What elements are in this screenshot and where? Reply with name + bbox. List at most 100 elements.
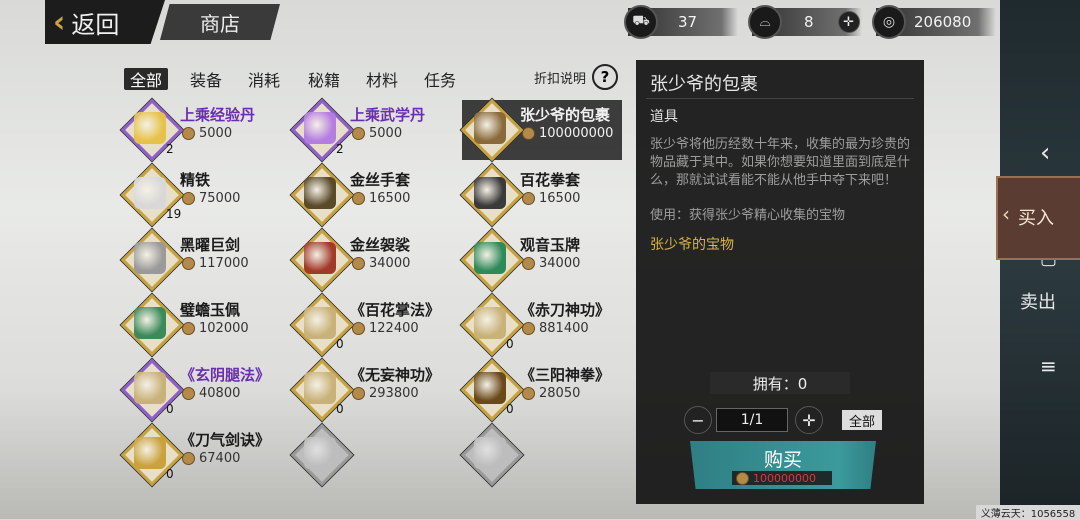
item-name: 观音玉牌 [520,236,581,254]
sell-tab[interactable]: 卖出 [1020,288,1056,314]
discount-info-button[interactable]: 折扣说明 ? [534,64,619,90]
shop-item[interactable]: 精铁 75000 19 [120,163,282,227]
buy-button[interactable]: 购买 100000000 [690,441,876,489]
item-icon [134,177,166,209]
quantity-field[interactable]: 1/1 [716,408,788,432]
back-button[interactable]: ‹ 返回 [45,0,165,44]
coin-icon [352,257,365,270]
shop-item[interactable]: 张少爷的包裹 100000000 [460,98,622,162]
item-price-value: 40800 [199,386,241,401]
item-icon [474,242,506,274]
all-quantity-button[interactable]: 全部 [842,410,882,430]
shop-item[interactable]: 上乘武学丹 5000 2 [290,98,452,162]
item-name: 《玄阴腿法》 [180,366,271,384]
tab-equipment[interactable]: 装备 [184,68,228,90]
silver-ingot-icon: ⌓ [748,5,782,39]
item-icon [304,372,336,404]
chevron-left-icon: ‹ [53,4,66,40]
tab-all[interactable]: 全部 [124,68,168,90]
coin-icon [182,387,195,400]
item-icon [134,437,166,469]
item-price: 28050 [522,386,580,401]
item-count: 2 [336,142,344,156]
chevron-left-icon[interactable]: ‹ [1040,138,1050,168]
item-icon [474,307,506,339]
item-icon [304,177,336,209]
item-name: 《无妄神功》 [350,366,441,384]
detail-description: 张少爷将他历经数十年来，收集的最为珍贵的物品藏于其中。如果你想要知道里面到底是什… [650,137,911,188]
item-count: 0 [166,402,174,416]
item-price-value: 293800 [369,386,419,401]
item-price-value: 16500 [369,191,411,206]
item-icon [134,242,166,274]
coin-icon [182,322,195,335]
back-label: 返回 [71,10,120,39]
divider [646,98,914,99]
shop-item[interactable]: 《无妄神功》 293800 0 [290,358,452,422]
tab-consumables[interactable]: 消耗 [242,68,286,90]
shop-item[interactable]: 《玄阴腿法》 40800 0 [120,358,282,422]
buy-tab-label: 买入 [1018,208,1054,229]
item-price-value: 34000 [539,256,581,271]
item-price: 34000 [352,256,410,271]
tab-quest[interactable]: 任务 [418,68,462,90]
shop-item[interactable]: 《刀气剑诀》 67400 0 [120,423,282,487]
shop-item[interactable]: 金丝手套 16500 [290,163,452,227]
coin-icon [182,192,195,205]
shop-item[interactable]: 《赤刀神功》 881400 0 [460,293,622,357]
resource-coin: ◎ 206080 [872,5,996,39]
shop-item[interactable]: 百花拳套 16500 [460,163,622,227]
resource-cart: ⛟ 37 [624,5,738,39]
item-price-value: 881400 [539,321,589,336]
item-icon [474,437,506,469]
decrease-button[interactable]: − [684,406,712,434]
item-count: 0 [506,337,514,351]
item-icon [474,177,506,209]
item-name: 《三阳神拳》 [520,366,611,384]
coin-icon: ◎ [872,5,906,39]
resource-cart-value: 37 [678,13,698,31]
tab-materials[interactable]: 材料 [360,68,404,90]
item-count: 0 [336,402,344,416]
add-silver-button[interactable]: ✛ [837,11,860,33]
shop-item[interactable]: 金丝袈裟 34000 [290,228,452,292]
item-price: 293800 [352,386,419,401]
item-name: 百花拳套 [520,171,581,189]
item-count: 0 [166,467,174,481]
item-icon [304,307,336,339]
shop-item[interactable]: 观音玉牌 34000 [460,228,622,292]
item-price-value: 117000 [199,256,249,271]
increase-button[interactable]: ✛ [795,406,823,434]
item-name: 《刀气剑诀》 [180,431,271,449]
item-count: 0 [506,402,514,416]
coin-icon [522,387,535,400]
coin-icon [352,127,365,140]
item-count: 2 [166,142,174,156]
tab-manuals[interactable]: 秘籍 [302,68,346,90]
resource-silver: ⌓ 8 ✛ [748,5,862,39]
item-name: 金丝袈裟 [350,236,411,254]
chevron-left-icon: ‹ [1002,202,1010,226]
item-name: 精铁 [180,171,211,189]
coin-icon [182,127,195,140]
buy-tab[interactable]: ‹ 买入 [996,176,1080,260]
shop-item[interactable]: 璧蟾玉佩 102000 [120,293,282,357]
item-icon [134,372,166,404]
item-name: 黑曜巨剑 [180,236,241,254]
item-price: 67400 [182,451,240,466]
shop-item[interactable]: 黑曜巨剑 117000 [120,228,282,292]
item-price-value: 28050 [539,386,581,401]
item-name: 上乘武学丹 [350,106,426,124]
cart-icon: ⛟ [624,5,658,39]
item-price: 117000 [182,256,249,271]
resource-silver-value: 8 [804,13,814,31]
shop-item[interactable]: 《百花掌法》 122400 0 [290,293,452,357]
coin-icon [182,452,195,465]
empty-slot[interactable] [460,423,622,487]
item-price-value: 67400 [199,451,241,466]
buy-label: 购买 [763,449,802,471]
menu-icon[interactable]: ≡ [1040,354,1057,378]
empty-slot[interactable] [290,423,452,487]
shop-item[interactable]: 《三阳神拳》 28050 0 [460,358,622,422]
shop-item[interactable]: 上乘经验丹 5000 2 [120,98,282,162]
